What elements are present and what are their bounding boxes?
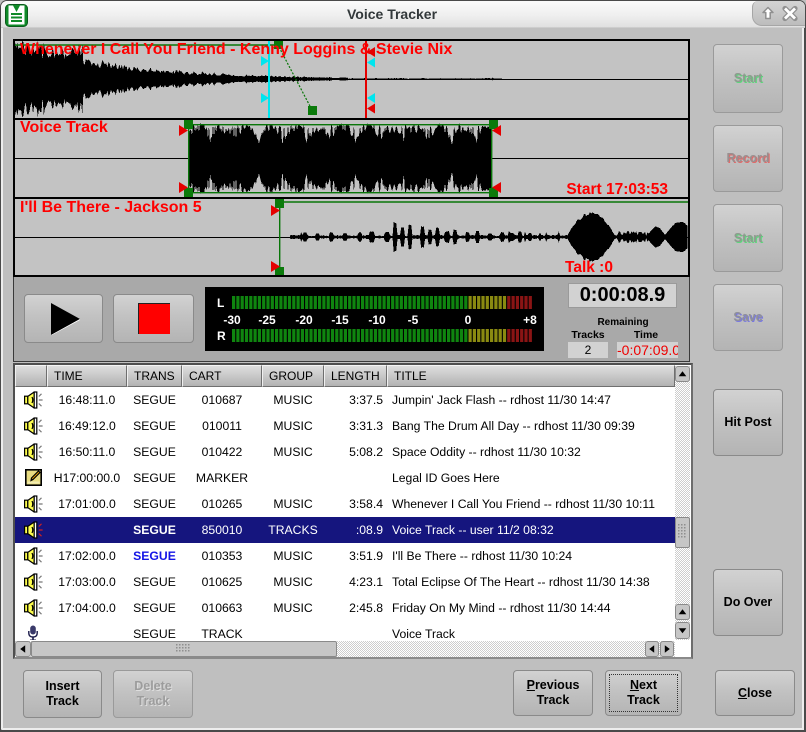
svg-text:L: L xyxy=(217,296,224,310)
svg-text:-5: -5 xyxy=(408,313,419,327)
svg-text:Whenever I Call You Friend - K: Whenever I Call You Friend - Kenny Loggi… xyxy=(20,41,452,58)
svg-text:-25: -25 xyxy=(258,313,276,327)
svg-text:R: R xyxy=(217,329,226,343)
svg-text:-20: -20 xyxy=(295,313,313,327)
svg-text:-30: -30 xyxy=(223,313,241,327)
svg-text:+8: +8 xyxy=(523,313,537,327)
svg-text:-10: -10 xyxy=(368,313,386,327)
svg-text:0: 0 xyxy=(465,313,472,327)
svg-text:Start 17:03:53: Start 17:03:53 xyxy=(566,181,668,198)
svg-text:Voice Track: Voice Track xyxy=(20,119,108,136)
svg-text:I'll Be There - Jackson 5: I'll Be There - Jackson 5 xyxy=(20,199,202,216)
svg-text:-15: -15 xyxy=(331,313,349,327)
svg-text:Talk :0: Talk :0 xyxy=(565,259,613,276)
